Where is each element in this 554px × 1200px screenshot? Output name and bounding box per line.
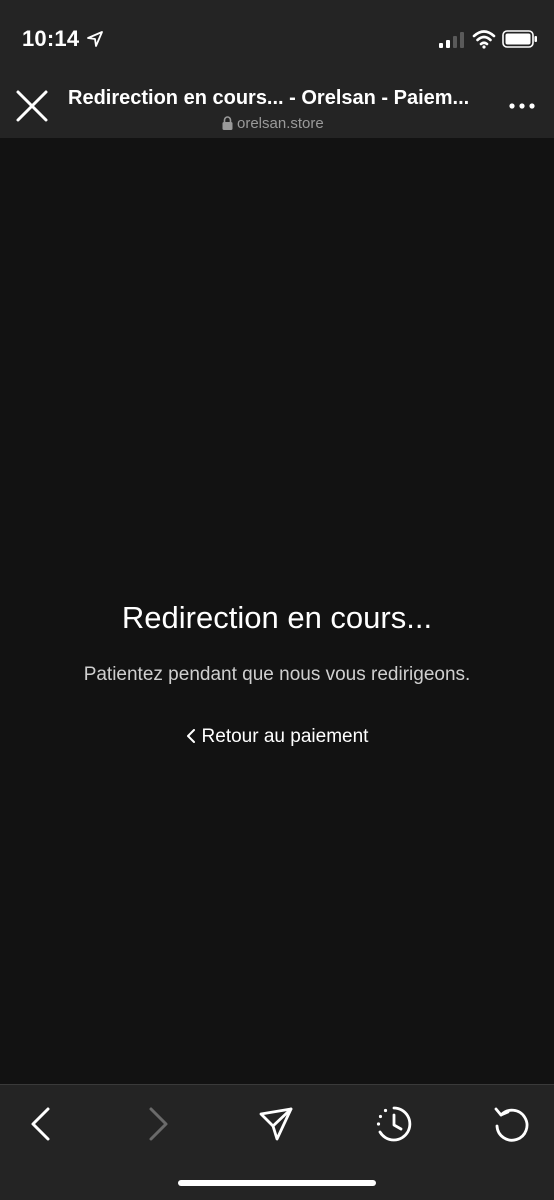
- url-text: orelsan.store: [237, 114, 324, 132]
- back-link-label: Retour au paiement: [201, 726, 369, 747]
- location-arrow-icon: [87, 31, 103, 47]
- back-icon[interactable]: [21, 1104, 61, 1144]
- home-indicator[interactable]: [178, 1180, 376, 1186]
- status-time: 10:14: [22, 26, 80, 51]
- lock-icon: [222, 116, 233, 130]
- page-content: Redirection en cours... Patientez pendan…: [0, 138, 554, 1084]
- close-icon[interactable]: [14, 88, 50, 124]
- forward-icon[interactable]: [138, 1104, 178, 1144]
- battery-icon: [502, 30, 537, 48]
- page-title: Redirection en cours...: [121, 600, 433, 635]
- signal-icon: [439, 32, 464, 48]
- wifi-icon: [472, 30, 496, 49]
- browser-page-title: Redirection en cours... - Orelsan - Paie…: [68, 87, 470, 109]
- toolbar-divider: [0, 1084, 554, 1085]
- page-subtitle: Patientez pendant que nous vous redirige…: [83, 664, 471, 685]
- status-bar: 10:14: [0, 0, 554, 80]
- browser-header: Redirection en cours... - Orelsan - Paie…: [0, 80, 554, 138]
- screen: 10:14 Redirection en cours... - Orelsan …: [0, 0, 554, 1200]
- back-to-payment-link[interactable]: Retour au paiement: [0, 726, 554, 748]
- history-icon[interactable]: [374, 1104, 414, 1144]
- reload-icon[interactable]: [492, 1104, 532, 1144]
- top-chrome: 10:14 Redirection en cours... - Orelsan …: [0, 0, 554, 138]
- share-icon[interactable]: [256, 1104, 296, 1144]
- browser-url: orelsan.store: [222, 114, 324, 132]
- chevron-left-icon: [186, 729, 195, 743]
- more-icon[interactable]: [504, 94, 540, 118]
